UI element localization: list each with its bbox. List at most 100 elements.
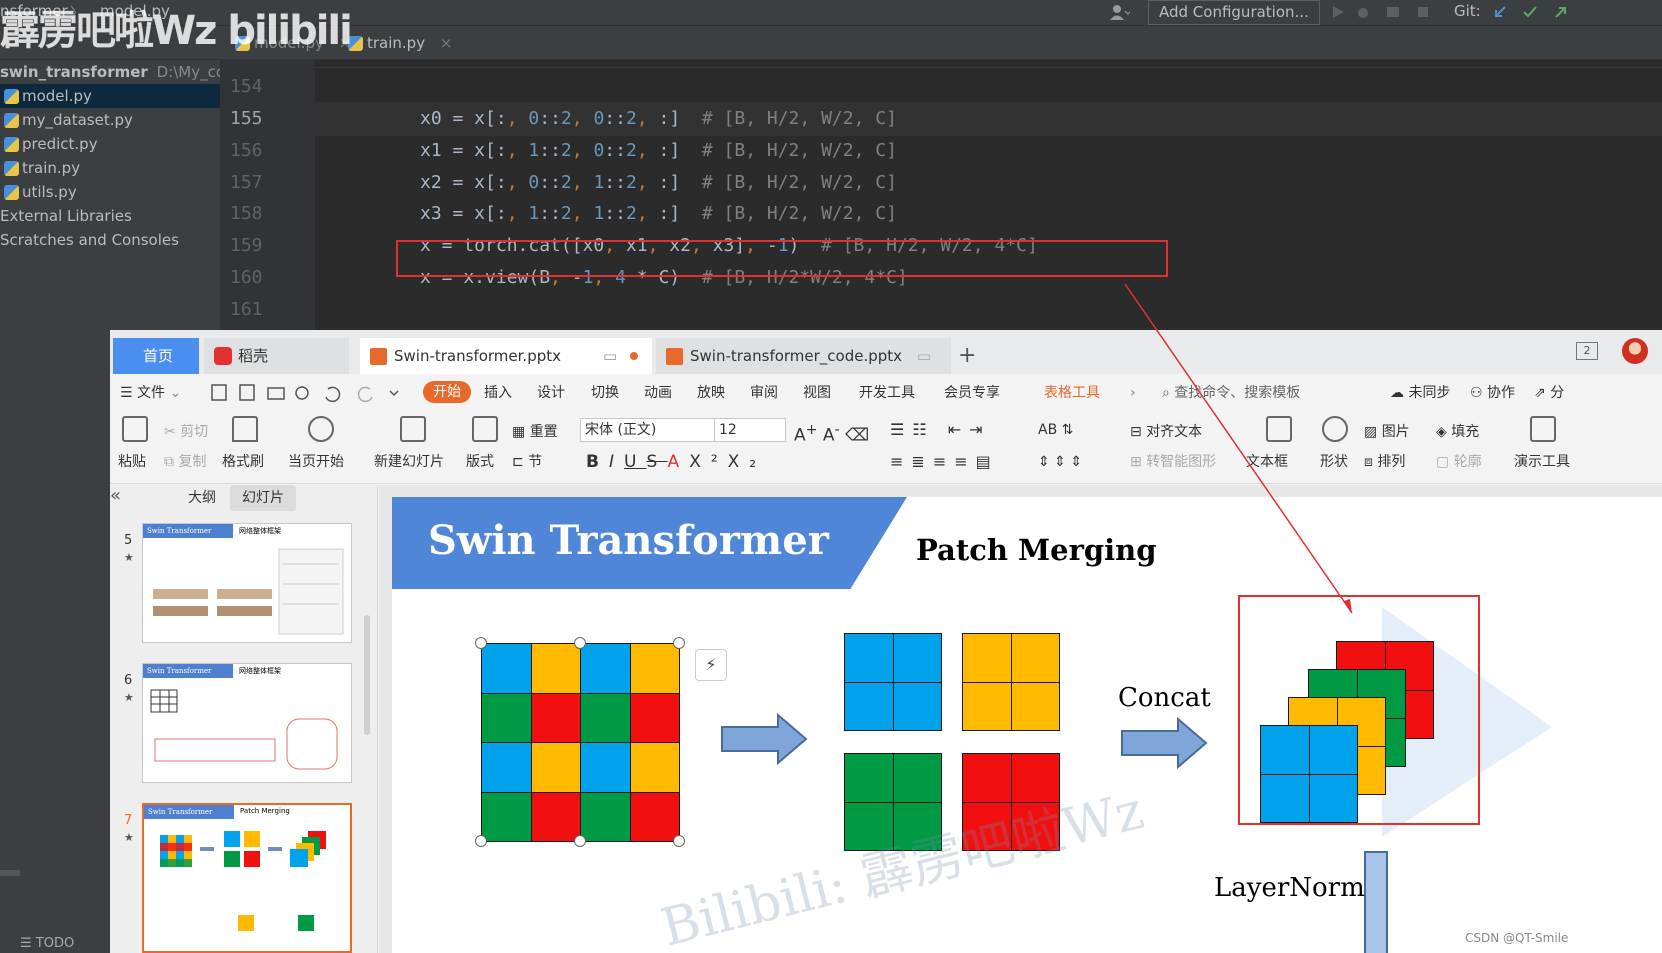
concat-label[interactable]: Concat xyxy=(1118,683,1211,713)
resize-handle[interactable] xyxy=(475,835,487,847)
code-editor[interactable]: x0 = x[:, 0::2, 0::2, :] # [B, H/2, W/2,… xyxy=(315,60,1662,330)
align-tools[interactable]: ≡≣≡≡▤ xyxy=(890,452,999,472)
user-icon[interactable] xyxy=(1108,3,1132,21)
align-text-button[interactable]: ⊟ 对齐文本 xyxy=(1130,422,1202,442)
code-line[interactable]: x2 = x[:, 0::2, 1::2, :] # [B, H/2, W/2,… xyxy=(420,166,897,200)
font-size-select[interactable]: 12 xyxy=(714,418,786,442)
code-line[interactable]: x0 = x[:, 0::2, 0::2, :] # [B, H/2, W/2,… xyxy=(420,102,897,136)
git-update-icon[interactable] xyxy=(1492,4,1508,24)
menu-member[interactable]: 会员专享 xyxy=(944,382,1000,404)
current-slide[interactable]: Swin Transformer Patch Merging ⚡ Concat … xyxy=(392,497,1662,953)
resize-handle[interactable] xyxy=(475,637,487,649)
slide-thumbnail-5[interactable]: Swin Transformer 网络整体框架 xyxy=(142,523,352,643)
scratches-and-consoles[interactable]: Scratches and Consoles xyxy=(0,228,220,252)
file-item[interactable]: train.py xyxy=(0,156,220,180)
close-icon[interactable]: × xyxy=(440,34,453,52)
textbox-button[interactable]: 文本框 xyxy=(1246,452,1288,472)
tab-swin-transformer-code-pptx[interactable]: Swin-transformer_code.pptx ▭ xyxy=(656,338,951,374)
picture-button[interactable]: ▨ 图片 xyxy=(1364,422,1410,442)
sync-status[interactable]: ☁ 未同步 xyxy=(1390,382,1450,404)
todo-tab[interactable]: ☰ TODO xyxy=(20,936,74,951)
quick-access-icons[interactable] xyxy=(210,382,400,404)
collab-button[interactable]: ⚇ 协作 xyxy=(1470,382,1515,404)
screen-icon[interactable]: ▭ xyxy=(603,338,617,374)
slide-editing-area[interactable]: Swin Transformer Patch Merging ⚡ Concat … xyxy=(379,485,1662,953)
menu-transition[interactable]: 切换 xyxy=(591,382,619,404)
debug-icon[interactable] xyxy=(1355,4,1371,24)
add-configuration-button[interactable]: Add Configuration... xyxy=(1148,0,1320,25)
font-name-select[interactable]: 宋体 (正文) xyxy=(580,418,715,442)
lightbulb-icon[interactable]: ⚡ xyxy=(695,649,727,681)
font-size-tools[interactable]: A+ A- ⌫ xyxy=(794,420,869,446)
paste-button[interactable]: 粘贴 xyxy=(118,452,146,472)
file-item[interactable]: model.py xyxy=(0,84,220,108)
format-painter-button[interactable]: 格式刷 xyxy=(222,452,264,472)
tab-home[interactable]: 首页 xyxy=(113,338,199,374)
resize-handle[interactable] xyxy=(673,835,685,847)
menu-developer[interactable]: 开发工具 xyxy=(859,382,915,404)
file-item[interactable]: my_dataset.py xyxy=(0,108,220,132)
search-commands[interactable]: ⌕ 查找命令、搜索模板 xyxy=(1162,382,1300,404)
coverage-icon[interactable] xyxy=(1385,4,1401,24)
list-tools[interactable]: ☰☷ ⇤⇥ xyxy=(890,420,991,440)
chevron-right-icon[interactable]: › xyxy=(1130,382,1136,404)
tab-docer[interactable]: 稻壳 xyxy=(204,338,349,374)
external-libraries[interactable]: External Libraries xyxy=(0,204,220,228)
panel-scrollbar[interactable] xyxy=(364,615,370,735)
slide-thumbnail-7[interactable]: Swin Transformer Patch Merging xyxy=(142,803,352,953)
resize-handle[interactable] xyxy=(673,637,685,649)
text-direction-tools[interactable]: AB ⇅ xyxy=(1038,420,1073,440)
menu-design[interactable]: 设计 xyxy=(537,382,565,404)
arrange-button[interactable]: ⧈ 排列 xyxy=(1364,452,1405,472)
menu-view[interactable]: 视图 xyxy=(803,382,831,404)
avatar[interactable] xyxy=(1622,338,1648,364)
tab-train-py[interactable]: train.py × xyxy=(345,26,452,60)
tab-swin-transformer-pptx[interactable]: Swin-transformer.pptx ▭ xyxy=(360,338,652,374)
scrollbar[interactable] xyxy=(0,870,20,876)
stop-icon[interactable] xyxy=(1415,4,1431,24)
window-count-icon[interactable]: 2 xyxy=(1576,342,1598,360)
presenter-tools-button[interactable]: 演示工具 xyxy=(1514,452,1570,472)
new-slide-button[interactable]: 新建幻灯片 xyxy=(374,452,444,472)
menu-slideshow[interactable]: 放映 xyxy=(697,382,725,404)
share-button[interactable]: ⇗ 分 xyxy=(1534,382,1564,404)
menu-start[interactable]: 开始 xyxy=(423,381,471,403)
git-push-icon[interactable] xyxy=(1552,4,1568,24)
outline-button[interactable]: ▢ 轮廓 xyxy=(1436,452,1482,472)
run-icon[interactable] xyxy=(1330,4,1346,24)
tab-outline[interactable]: 大纲 xyxy=(176,485,228,511)
file-menu[interactable]: ☰ 文件 ⌄ xyxy=(120,382,181,404)
resize-handle[interactable] xyxy=(574,835,586,847)
screen-icon[interactable]: ▭ xyxy=(917,347,931,365)
menu-review[interactable]: 审阅 xyxy=(750,382,778,404)
reset-button[interactable]: ▦ 重置 xyxy=(512,422,558,442)
smart-art-button[interactable]: ⊞ 转智能图形 xyxy=(1130,452,1216,472)
add-tab-button[interactable]: + xyxy=(958,338,988,374)
file-item[interactable]: predict.py xyxy=(0,132,220,156)
line-spacing-tools[interactable]: ⇕ ⇕ ⇕ xyxy=(1038,452,1082,472)
font-style-tools[interactable]: BIUSAX²X₂ xyxy=(586,452,766,472)
copy-button[interactable]: ⧉ 复制 xyxy=(164,452,206,472)
menu-insert[interactable]: 插入 xyxy=(484,382,512,404)
slide-thumbnail-6[interactable]: Swin Transformer 网络整体框架 xyxy=(142,663,352,783)
code-line[interactable]: x1 = x[:, 1::2, 0::2, :] # [B, H/2, W/2,… xyxy=(420,134,897,168)
shape-button[interactable]: 形状 xyxy=(1320,452,1348,472)
input-feature-grid[interactable] xyxy=(481,643,680,842)
layernorm-label[interactable]: LayerNorm xyxy=(1214,873,1365,903)
git-commit-icon[interactable] xyxy=(1522,4,1538,24)
slide-subtitle[interactable]: Patch Merging xyxy=(916,533,1157,567)
menu-animation[interactable]: 动画 xyxy=(644,382,672,404)
menu-table-tools[interactable]: 表格工具 xyxy=(1044,382,1100,404)
cut-button[interactable]: ✂ 剪切 xyxy=(164,422,208,442)
code-line[interactable]: x3 = x[:, 1::2, 1::2, :] # [B, H/2, W/2,… xyxy=(420,197,897,231)
file-item[interactable]: utils.py xyxy=(0,180,220,204)
fill-button[interactable]: ◈ 填充 xyxy=(1436,422,1479,442)
resize-handle[interactable] xyxy=(574,637,586,649)
slide-title[interactable]: Swin Transformer xyxy=(428,517,829,564)
layout-button[interactable]: 版式 xyxy=(466,452,494,472)
section-button[interactable]: ⊏ 节 xyxy=(512,452,542,472)
tab-slides[interactable]: 幻灯片 xyxy=(230,485,296,511)
from-current-button[interactable]: 当页开始 xyxy=(288,452,344,472)
project-root[interactable]: swin_transformer D:\My_code xyxy=(0,60,244,84)
collapse-panel-icon[interactable]: « xyxy=(110,485,121,506)
